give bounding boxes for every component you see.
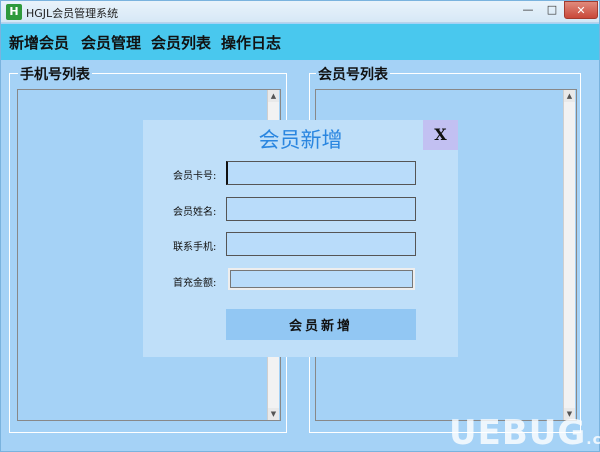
menu-item-member-management[interactable]: 会员管理 [81,32,141,53]
app-logo-icon: H [6,4,22,20]
card-number-label: 会员卡号: [173,171,217,182]
dialog-title: 会员新增 [258,128,343,152]
add-member-dialog: 会员新增 X 会员卡号: 会员姓名: 联系手机: 首充金额: 会员新增 [143,120,458,357]
maximize-button[interactable]: □ [541,2,563,18]
member-name-label: 会员姓名: [173,207,217,218]
menu-item-add-member[interactable]: 新增会员 [9,32,69,53]
menu-item-member-list[interactable]: 会员列表 [151,32,211,53]
menu-bar: 新增会员 会员管理 会员列表 操作日志 [1,24,599,60]
initial-deposit-input[interactable] [228,268,415,290]
member-number-list-title: 会员号列表 [316,64,390,84]
minimize-button[interactable]: — [517,2,539,18]
add-member-submit-button[interactable]: 会员新增 [226,309,416,340]
watermark-text: UEBUG [449,413,587,452]
arrow-up-icon[interactable]: ▲ [564,90,575,102]
window-title: HGJL会员管理系统 [26,7,119,20]
watermark-logo: UEBUG.com [449,413,600,452]
menu-item-operation-log[interactable]: 操作日志 [221,32,281,53]
main-window: H HGJL会员管理系统 — □ ✕ 新增会员 会员管理 会员列表 操作日志 手… [0,0,600,452]
title-bar[interactable]: H HGJL会员管理系统 — □ ✕ [1,1,599,23]
member-name-input[interactable] [226,197,416,221]
scroll-track[interactable] [564,102,575,408]
arrow-up-icon[interactable]: ▲ [268,90,279,102]
member-list-scrollbar[interactable]: ▲ ▼ [563,90,575,420]
phone-list-title: 手机号列表 [18,64,92,84]
arrow-down-icon[interactable]: ▼ [268,408,279,420]
watermark-suffix: .com [586,432,600,448]
close-window-button[interactable]: ✕ [564,1,598,19]
contact-phone-label: 联系手机: [173,242,217,253]
dialog-close-button[interactable]: X [423,120,458,150]
contact-phone-input[interactable] [226,232,416,256]
card-number-input[interactable] [226,161,416,185]
initial-deposit-label: 首充金额: [173,278,217,289]
